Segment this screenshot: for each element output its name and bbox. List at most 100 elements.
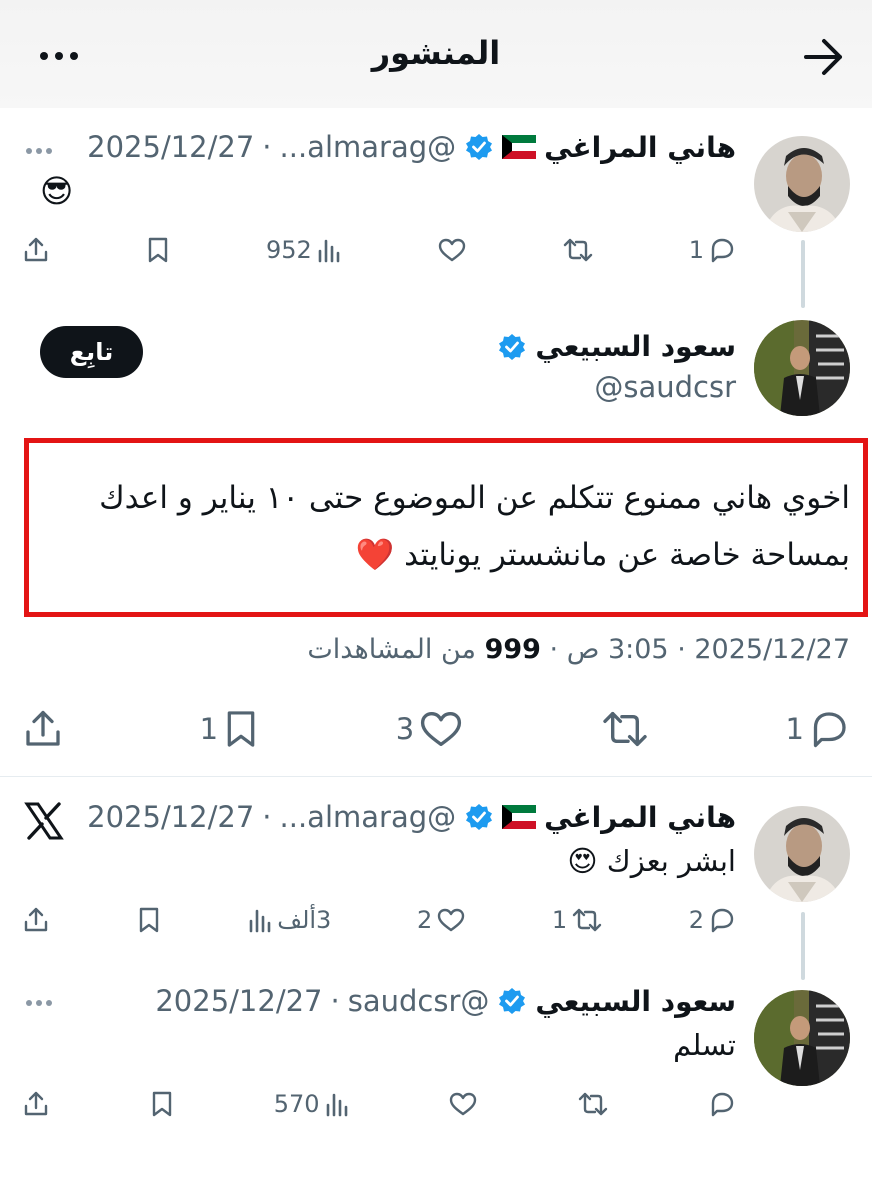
more-dots-icon[interactable] [26, 148, 52, 154]
author-name[interactable]: هاني المراغي [544, 801, 736, 834]
avatar[interactable] [754, 320, 850, 416]
views-count: 570 [273, 1090, 320, 1118]
thread-line [801, 912, 805, 980]
retweet-button[interactable]: 1 [552, 906, 603, 934]
like-count: 3 [395, 712, 415, 746]
tweet-date[interactable]: 2025/12/27 [87, 800, 254, 834]
author-name[interactable]: سعود السبيعي [535, 330, 736, 363]
thread-line [801, 240, 805, 308]
tweet-header: سعود السبيعي @saudcsr · 2025/12/27 [155, 984, 736, 1018]
avatar[interactable] [754, 806, 850, 902]
share-button[interactable] [22, 236, 50, 264]
views-button[interactable]: 570 [274, 1090, 350, 1118]
tweet-actions: 1 952 [22, 230, 736, 270]
views-icon [249, 909, 271, 933]
avatar[interactable] [754, 990, 850, 1086]
verified-badge-icon [497, 986, 527, 1016]
bookmark-count: 1 [199, 712, 219, 746]
tweet-header: سعود السبيعي [497, 330, 736, 363]
separator: · [677, 634, 686, 665]
tweet-text-line: اخوي هاني ممنوع تتكلم عن الموضوع حتى ١٠ … [99, 480, 850, 516]
avatar[interactable] [754, 136, 850, 232]
reply-button[interactable]: 1 [689, 236, 736, 264]
separator: · [262, 800, 272, 834]
retweet-icon [572, 908, 602, 932]
tweet-header: هاني المراغي @almarag... · 2025/12/27 [87, 800, 736, 834]
separator: · [549, 634, 559, 665]
like-button[interactable] [437, 237, 467, 263]
retweet-icon [603, 711, 647, 747]
author-handle[interactable]: @saudcsr [594, 370, 736, 404]
bookmark-button[interactable] [136, 906, 162, 934]
like-button[interactable]: 2 [417, 906, 466, 934]
bookmark-button[interactable] [149, 1090, 175, 1118]
share-icon [24, 237, 48, 262]
author-handle[interactable]: @almarag... [280, 800, 457, 834]
tweet-actions: 1 3 1 [22, 704, 850, 754]
tweet-text: 😎 [40, 172, 74, 210]
reply-count: 1 [688, 236, 704, 264]
retweet-button[interactable] [577, 1091, 609, 1117]
retweet-icon [563, 238, 592, 262]
verified-badge-icon [464, 802, 494, 832]
verified-badge-icon [464, 132, 494, 162]
reply-icon [711, 238, 734, 263]
bookmark-icon [152, 1091, 172, 1117]
reply-count: 1 [785, 712, 804, 746]
tweet-actions: 2 1 2 3ألف [22, 900, 736, 940]
share-button[interactable] [22, 906, 50, 934]
more-dots-icon[interactable] [26, 1000, 52, 1006]
share-button[interactable] [22, 1090, 50, 1118]
share-icon [24, 907, 48, 932]
views-button[interactable]: 3ألف [247, 906, 331, 934]
retweet-count: 1 [551, 906, 568, 934]
arrow-right-icon[interactable] [800, 36, 848, 78]
kuwait-flag-icon [502, 805, 537, 829]
views-button[interactable]: 952 [266, 236, 342, 264]
views-icon [318, 239, 340, 263]
bookmark-icon [227, 711, 255, 747]
author-handle[interactable]: @almarag... [280, 130, 457, 164]
retweet-button[interactable] [562, 237, 594, 263]
reply-button[interactable] [708, 1091, 736, 1117]
reply-tweet-1[interactable]: هاني المراغي @almarag... · 2025/12/27 😎 … [0, 120, 872, 308]
tweet-date[interactable]: 2025/12/27 [87, 130, 254, 164]
reply-count: 2 [688, 906, 704, 934]
follow-button[interactable]: تابِع [40, 326, 143, 378]
x-logo-icon [24, 802, 64, 844]
author-name[interactable]: سعود السبيعي [535, 985, 736, 1018]
share-icon [24, 1091, 48, 1116]
heart-icon [421, 711, 462, 747]
more-dots-icon[interactable] [40, 36, 90, 76]
tweet-text: تسلم [673, 1028, 736, 1062]
share-button[interactable] [22, 708, 64, 750]
reply-button[interactable]: 1 [786, 709, 850, 749]
bookmark-button[interactable]: 1 [200, 708, 260, 750]
views-icon [326, 1093, 347, 1117]
bookmark-icon [139, 907, 158, 933]
like-button[interactable]: 3 [396, 709, 464, 749]
separator: · [330, 984, 340, 1018]
tweet-header: هاني المراغي @almarag... · 2025/12/27 [87, 130, 736, 164]
author-name[interactable]: هاني المراغي [544, 131, 736, 164]
separator: · [262, 130, 272, 164]
tweet-timestamp[interactable]: 2025/12/27 · 3:05 ص · 999 من المشاهدات [307, 634, 850, 665]
heart-icon [438, 238, 465, 262]
bookmark-button[interactable] [145, 236, 171, 264]
bookmark-icon [148, 237, 168, 263]
kuwait-flag-icon [502, 135, 537, 159]
tweet-actions: 570 [22, 1084, 736, 1124]
author-handle[interactable]: @saudcsr [348, 984, 490, 1018]
reply-icon [711, 1092, 734, 1117]
reply-button[interactable]: 2 [689, 906, 736, 934]
views-count: 999 [484, 634, 541, 665]
retweet-button[interactable] [600, 709, 650, 749]
share-icon [26, 710, 60, 746]
tweet-text: ابشر بعزك 😍 [567, 844, 736, 878]
heart-icon [438, 908, 465, 932]
retweet-icon [578, 1092, 608, 1116]
like-button[interactable] [448, 1091, 478, 1117]
reply-icon [711, 908, 734, 933]
views-count: 952 [266, 236, 312, 264]
tweet-date[interactable]: 2025/12/27 [155, 984, 322, 1018]
